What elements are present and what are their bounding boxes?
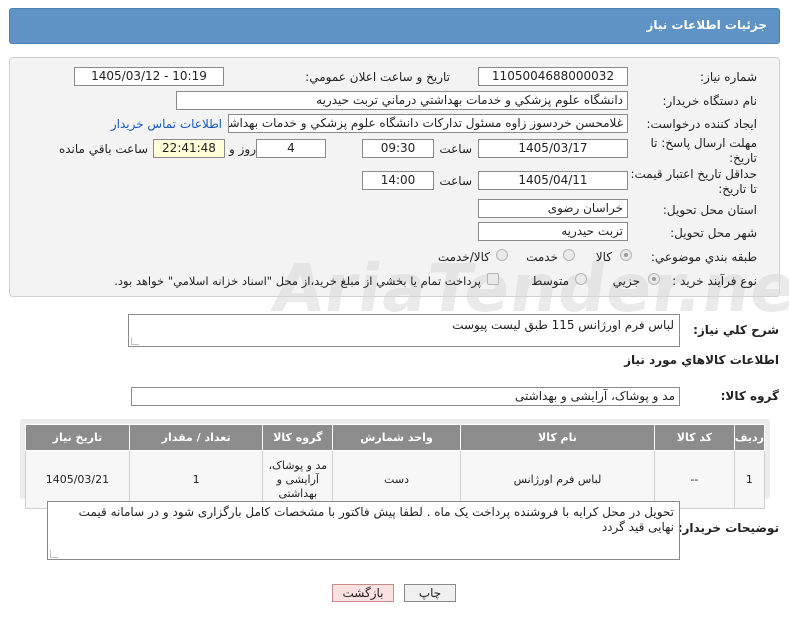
- category-service-radio[interactable]: [563, 249, 575, 261]
- remaining-time: 22:41:48: [153, 139, 225, 158]
- cell-name: لباس فرم اورژانس: [459, 450, 656, 509]
- summary-label: شرح كلي نياز:: [693, 323, 779, 337]
- items-table: رديف كد كالا نام كالا واحد شمارش گروه كا…: [25, 424, 766, 509]
- category-goods-radio[interactable]: [620, 249, 632, 261]
- city-field: تربت حيدريه: [478, 222, 628, 241]
- buyer-org-field: دانشگاه علوم پزشكي و خدمات بهداشتي درمان…: [176, 91, 628, 110]
- cell-unit: دست: [332, 450, 461, 509]
- resize-handle-icon[interactable]: [50, 550, 58, 558]
- category-service-label: خدمت: [526, 250, 558, 264]
- price-validity-label-2: تا تاريخ:: [718, 182, 757, 196]
- table-row: 1 -- لباس فرم اورژانس دست مد و پوشاک، آر…: [25, 450, 766, 509]
- category-label: طبقه بندي موضوعي:: [650, 250, 757, 264]
- summary-text: لباس فرم اورژانس 115 طبق لیست پیوست: [452, 318, 674, 332]
- reply-deadline-label: مهلت ارسال پاسخ: تا: [650, 136, 757, 150]
- price-validity-label: حداقل تاريخ اعتبار قيمت:: [630, 167, 757, 181]
- reply-deadline-label-2: تاريخ:: [729, 151, 757, 165]
- category-goods-label: كالا: [595, 250, 612, 264]
- purchase-medium-radio[interactable]: [575, 273, 587, 285]
- col-name: نام كالا: [459, 424, 656, 451]
- reply-deadline-time: 09:30: [362, 139, 434, 158]
- need-number-label: شماره نياز:: [700, 70, 757, 84]
- cell-group-line-3: بهداشتی: [278, 486, 318, 500]
- page-title: جزئيات اطلاعات نياز: [646, 18, 767, 32]
- cell-group-line-2: آرایشی و: [276, 472, 319, 486]
- summary-textarea: لباس فرم اورژانس 115 طبق لیست پیوست: [128, 314, 680, 347]
- buyer-org-label: نام دستگاه خريدار:: [662, 94, 758, 108]
- requester-label: ايجاد كننده درخواست:: [646, 117, 757, 131]
- remaining-days: 4: [256, 139, 326, 158]
- col-row: رديف: [733, 424, 766, 451]
- purchase-type-label: نوع فرآيند خريد :: [672, 274, 757, 288]
- buyer-notes-line-1: تحویل در محل کرایه با فروشنده پرداخت یک …: [78, 505, 674, 519]
- cell-group-line-1: مد و پوشاک،: [268, 458, 328, 472]
- col-group: گروه كالا: [262, 424, 334, 451]
- col-date: تاريخ نياز: [25, 424, 130, 451]
- price-validity-date: 1405/04/11: [478, 171, 628, 190]
- print-button[interactable]: چاپ: [404, 584, 456, 602]
- city-label: شهر محل تحويل:: [670, 226, 757, 240]
- col-qty: تعداد / مقدار: [128, 424, 264, 451]
- buyer-notes-label: توضيحات خريدار:: [677, 521, 779, 535]
- treasury-checkbox[interactable]: [487, 273, 499, 285]
- buyer-contact-link[interactable]: اطلاعات تماس خريدار: [111, 117, 222, 131]
- cell-date: 1405/03/21: [25, 450, 130, 509]
- treasury-checkbox-label: پرداخت تمام يا بخشي از مبلغ خريد،از محل …: [114, 274, 481, 288]
- announce-datetime-label: تاريخ و ساعت اعلان عمومي:: [305, 70, 450, 84]
- price-validity-time: 14:00: [362, 171, 434, 190]
- price-time-label: ساعت: [439, 174, 472, 188]
- category-both-radio[interactable]: [496, 249, 508, 261]
- back-button[interactable]: بازگشت: [332, 584, 394, 602]
- resize-handle-icon[interactable]: [131, 337, 139, 345]
- province-label: استان محل تحويل:: [662, 203, 757, 217]
- page-header: جزئيات اطلاعات نياز: [9, 8, 780, 44]
- province-field: خراسان رضوی: [478, 199, 628, 218]
- cell-row: 1: [733, 450, 766, 509]
- days-label: روز و: [229, 142, 256, 156]
- purchase-minor-radio[interactable]: [648, 273, 660, 285]
- col-unit: واحد شمارش: [332, 424, 461, 451]
- remaining-label: ساعت باقي مانده: [58, 142, 148, 156]
- goods-group-field: مد و پوشاک، آرایشی و بهداشتی: [131, 387, 680, 406]
- reply-time-label: ساعت: [439, 142, 472, 156]
- purchase-medium-label: متوسط: [531, 274, 569, 288]
- buyer-notes-textarea: تحویل در محل کرایه با فروشنده پرداخت یک …: [47, 501, 680, 560]
- cell-qty: 1: [128, 450, 264, 509]
- goods-group-label: گروه كالا:: [720, 389, 779, 403]
- cell-code: --: [654, 450, 735, 509]
- col-code: كد كالا: [654, 424, 735, 451]
- buyer-notes-line-2: نهایی قید گردد: [601, 520, 674, 534]
- category-both-label: كالا/خدمت: [437, 250, 490, 264]
- reply-deadline-date: 1405/03/17: [478, 139, 628, 158]
- goods-info-title: اطلاعات كالاهاي مورد نياز: [624, 353, 779, 367]
- purchase-minor-label: جزيي: [612, 274, 640, 288]
- cell-group: مد و پوشاک، آرایشی و بهداشتی: [262, 450, 334, 509]
- announce-datetime-field: 1405/03/12 - 10:19: [74, 67, 224, 86]
- requester-field: غلامحسن خردسوز زاوه مسئول تداركات دانشگا…: [228, 114, 628, 133]
- need-number-field: 1105004688000032: [478, 67, 628, 86]
